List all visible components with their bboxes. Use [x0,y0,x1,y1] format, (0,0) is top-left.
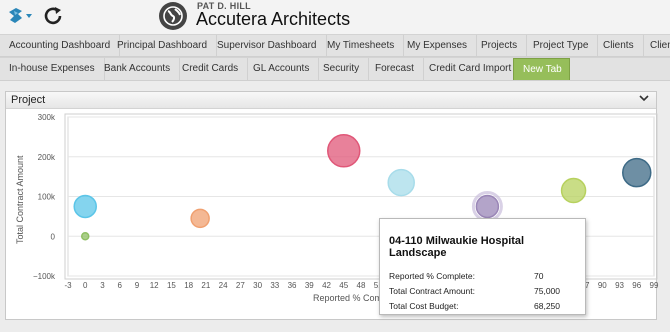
tooltip-title: 04-110 Milwaukie Hospital Landscape [389,235,525,259]
x-tick-label: 90 [598,281,607,290]
data-bubble [327,134,361,168]
data-bubble [475,194,500,219]
x-tick-label: 99 [650,281,659,290]
x-axis-title: Reported % Comp [313,293,387,303]
x-tick-label: 42 [322,281,331,290]
tooltip-label: Total Cost Budget: [389,301,459,311]
data-bubble [622,157,652,188]
data-bubble [73,194,97,219]
bubble-tooltip: 04-110 Milwaukie Hospital Landscape Repo… [379,218,586,315]
x-tick-label: 27 [236,281,245,290]
x-tick-label: 30 [253,281,262,290]
tooltip-row: Reported % Complete: 70 [389,271,576,286]
tooltip-label: Total Contract Amount: [389,286,475,296]
x-tick-label: 12 [150,281,159,290]
x-tick-label: 15 [167,281,176,290]
x-tick-label: 93 [615,281,624,290]
x-tick-label: 48 [357,281,366,290]
y-axis-ticks: 300k 200k 100k 0 −100k [33,113,56,281]
y-tick-label: 200k [38,153,56,162]
x-tick-label: -3 [64,281,72,290]
x-tick-label: 33 [270,281,279,290]
y-axis-title: Total Contract Amount [15,155,25,244]
x-tick-label: 0 [83,281,88,290]
x-tick-label: 24 [219,281,228,290]
tooltip-value: 70 [534,271,544,281]
x-tick-label: 6 [117,281,122,290]
x-tick-label: 9 [135,281,140,290]
x-tick-label: 36 [288,281,297,290]
y-tick-label: 300k [38,113,56,122]
x-tick-label: 3 [100,281,105,290]
data-bubble [80,232,90,241]
tooltip-value: 68,250 [534,301,560,311]
tooltip-row: Total Contract Amount: 75,000 [389,286,576,301]
x-tick-label: 18 [184,281,193,290]
x-tick-label: 21 [201,281,210,290]
y-tick-label: 100k [38,193,56,202]
data-bubble [560,177,587,204]
tooltip-row: Total Cost Budget: 68,250 [389,301,576,316]
y-tick-label: −100k [33,272,56,281]
x-tick-label: 96 [632,281,641,290]
data-bubble [190,208,210,229]
data-bubble [387,168,415,197]
x-tick-label: 45 [339,281,348,290]
y-tick-label: 0 [51,232,56,241]
tooltip-label: Reported % Complete: [389,271,475,281]
x-tick-label: 39 [305,281,314,290]
tooltip-value: 75,000 [534,286,560,296]
